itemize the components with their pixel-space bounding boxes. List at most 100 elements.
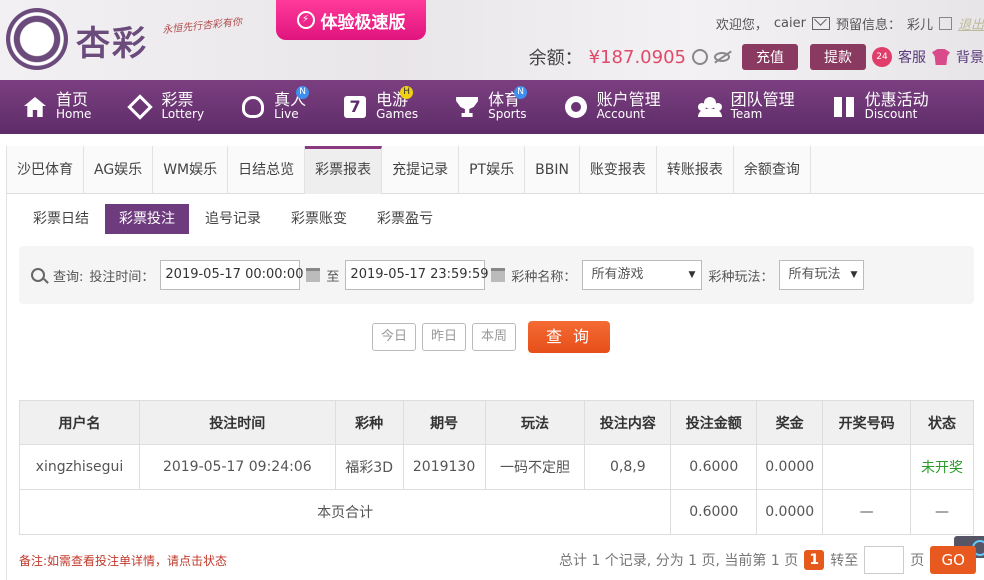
mail-icon[interactable] bbox=[811, 17, 830, 30]
cell-username: xingzhisegui bbox=[19, 444, 140, 490]
nav-account[interactable]: 账户管理 Account bbox=[541, 80, 675, 134]
tab-balance-query[interactable]: 余额查询 bbox=[734, 146, 811, 194]
go-button[interactable]: GO bbox=[930, 546, 977, 574]
subtab-lottery-daily[interactable]: 彩票日结 bbox=[19, 204, 103, 234]
nav-label: 优惠活动 bbox=[864, 90, 929, 109]
edit-icon[interactable] bbox=[938, 17, 952, 30]
userbar: 欢迎您， caier 预留信息： 彩儿 退出 bbox=[716, 14, 984, 33]
promo-button[interactable]: ⚡ 体验极速版 bbox=[276, 0, 426, 40]
balance-label: 余额： bbox=[528, 48, 583, 69]
gear-icon bbox=[564, 96, 587, 118]
nav-games[interactable]: 7 电游 Games H bbox=[320, 80, 432, 134]
time-label: 投注时间： bbox=[89, 269, 155, 285]
nav-sports[interactable]: 体育 Sports N bbox=[432, 80, 540, 134]
page-number-input[interactable] bbox=[864, 546, 905, 574]
summary-label: 本页合计 bbox=[18, 489, 672, 535]
query-label: 查询: bbox=[53, 269, 84, 285]
tab-pt[interactable]: PT娱乐 bbox=[459, 146, 526, 194]
slogan: 永恒先行杏彩有你 bbox=[161, 16, 243, 37]
col-bet-content: 投注内容 bbox=[584, 400, 672, 445]
skin-icon[interactable] bbox=[932, 49, 950, 65]
nav-sublabel: Discount bbox=[864, 107, 918, 121]
sub-tabs: 彩票日结 彩票投注 追号记录 彩票账变 彩票盈亏 bbox=[19, 204, 447, 234]
tab-bbin[interactable]: BBIN bbox=[525, 146, 580, 194]
notice-label: 预留信息： bbox=[835, 18, 901, 33]
play-select-value: 所有玩法 bbox=[788, 267, 841, 282]
gift-icon bbox=[833, 97, 854, 117]
current-page-button[interactable]: 1 bbox=[804, 550, 825, 570]
tab-lottery-report[interactable]: 彩票报表 bbox=[305, 146, 383, 194]
tab-saba-sports[interactable]: 沙巴体育 bbox=[7, 146, 84, 194]
nav-home[interactable]: 首页 Home bbox=[0, 80, 105, 134]
nav-sublabel: Home bbox=[56, 107, 92, 121]
nav-sublabel: Lottery bbox=[161, 107, 205, 121]
ticket-icon bbox=[127, 94, 154, 120]
this-week-button[interactable]: 本周 bbox=[472, 323, 516, 351]
filter-bar: 查询: 投注时间： 2019-05-17 00:00:00 至 2019-05-… bbox=[19, 246, 974, 304]
col-bonus: 奖金 bbox=[756, 400, 824, 445]
summary-bonus: 0.0000 bbox=[756, 489, 824, 535]
logo-emblem[interactable] bbox=[6, 8, 68, 70]
nav-discount[interactable]: 优惠活动 Discount bbox=[809, 80, 943, 134]
tab-wm[interactable]: WM娱乐 bbox=[153, 146, 229, 194]
main-nav: 首页 Home 彩票 Lottery 真人 Live N 7 电游 Games H 体育… bbox=[0, 80, 984, 134]
query-button[interactable]: 查 询 bbox=[528, 321, 610, 353]
nav-sublabel: Team bbox=[730, 107, 763, 121]
nav-sublabel: Games bbox=[376, 107, 419, 121]
hide-balance-icon[interactable] bbox=[714, 52, 730, 62]
play-select[interactable]: 所有玩法 ▼ bbox=[779, 260, 865, 290]
subtab-chase-records[interactable]: 追号记录 bbox=[191, 204, 275, 234]
summary-row: 本页合计 0.6000 0.0000 — — bbox=[18, 489, 974, 535]
col-status: 状态 bbox=[910, 400, 974, 445]
yesterday-button[interactable]: 昨日 bbox=[422, 323, 466, 351]
table-row: xingzhisegui 2019-05-17 09:24:06 福彩3D 20… bbox=[19, 444, 974, 490]
calendar-icon[interactable] bbox=[491, 268, 506, 282]
cell-game: 福彩3D bbox=[334, 444, 404, 490]
nav-lottery[interactable]: 彩票 Lottery bbox=[105, 80, 218, 134]
balancebar: 余额： ¥187.0905 充值 提款 24 客服 背景 bbox=[529, 44, 984, 70]
goto-label: 转至 bbox=[830, 553, 859, 569]
tab-transfer-report[interactable]: 转账报表 bbox=[657, 146, 734, 194]
home-icon bbox=[24, 97, 46, 117]
calendar-icon[interactable] bbox=[306, 268, 321, 282]
end-time-input[interactable]: 2019-05-17 23:59:59 bbox=[345, 260, 489, 290]
header: 杏彩 永恒先行杏彩有你 ⚡ 体验极速版 欢迎您， caier 预留信息： 彩儿 … bbox=[0, 0, 984, 80]
summary-status: — bbox=[910, 489, 974, 535]
tab-account-change[interactable]: 账变报表 bbox=[580, 146, 657, 194]
col-period: 期号 bbox=[402, 400, 486, 445]
search-icon bbox=[31, 268, 45, 282]
cell-bet-time: 2019-05-17 09:24:06 bbox=[138, 444, 336, 490]
welcome-label: 欢迎您， bbox=[715, 18, 768, 33]
recharge-button[interactable]: 充值 bbox=[742, 44, 798, 70]
cell-status-link[interactable]: 未开奖 bbox=[910, 444, 974, 490]
logout-link[interactable]: 退出 bbox=[958, 14, 984, 33]
page-label: 页 bbox=[910, 553, 925, 569]
nav-live[interactable]: 真人 Live N bbox=[218, 80, 320, 134]
today-button[interactable]: 今日 bbox=[372, 323, 416, 351]
tab-ag[interactable]: AG娱乐 bbox=[84, 146, 154, 194]
tab-deposit-withdraw[interactable]: 充提记录 bbox=[382, 146, 460, 194]
logo-text[interactable]: 杏彩 bbox=[76, 16, 148, 65]
col-play: 玩法 bbox=[484, 400, 586, 445]
game-select[interactable]: 所有游戏 ▼ bbox=[582, 260, 703, 290]
customer-service-icon[interactable]: 24 bbox=[872, 47, 892, 67]
nav-label: 团队管理 bbox=[730, 90, 795, 109]
start-time-input[interactable]: 2019-05-17 00:00:00 bbox=[160, 260, 303, 290]
chevron-down-icon: ▼ bbox=[688, 270, 696, 280]
subtab-lottery-changes[interactable]: 彩票账变 bbox=[277, 204, 361, 234]
withdraw-button[interactable]: 提款 bbox=[810, 44, 866, 70]
nav-sublabel: Account bbox=[596, 107, 646, 121]
cell-period: 2019130 bbox=[402, 444, 486, 490]
col-bet-amount: 投注金额 bbox=[670, 400, 758, 445]
col-game: 彩种 bbox=[334, 400, 404, 445]
refresh-icon[interactable] bbox=[692, 49, 708, 65]
nav-label: 首页 bbox=[56, 90, 89, 109]
skin-link[interactable]: 背景 bbox=[956, 47, 984, 67]
subtab-lottery-profit[interactable]: 彩票盈亏 bbox=[363, 204, 447, 234]
subtab-lottery-bets[interactable]: 彩票投注 bbox=[105, 204, 189, 234]
nav-team[interactable]: 团队管理 Team bbox=[675, 80, 809, 134]
main-panel: 沙巴体育 AG娱乐 WM娱乐 日结总览 彩票报表 充提记录 PT娱乐 BBIN … bbox=[6, 146, 984, 580]
pagination: 总计 1 个记录, 分为 1 页, 当前第 1 页 1 转至 页 GO bbox=[559, 546, 977, 574]
customer-service-link[interactable]: 客服 bbox=[898, 47, 926, 67]
tab-daily-overview[interactable]: 日结总览 bbox=[228, 146, 306, 194]
